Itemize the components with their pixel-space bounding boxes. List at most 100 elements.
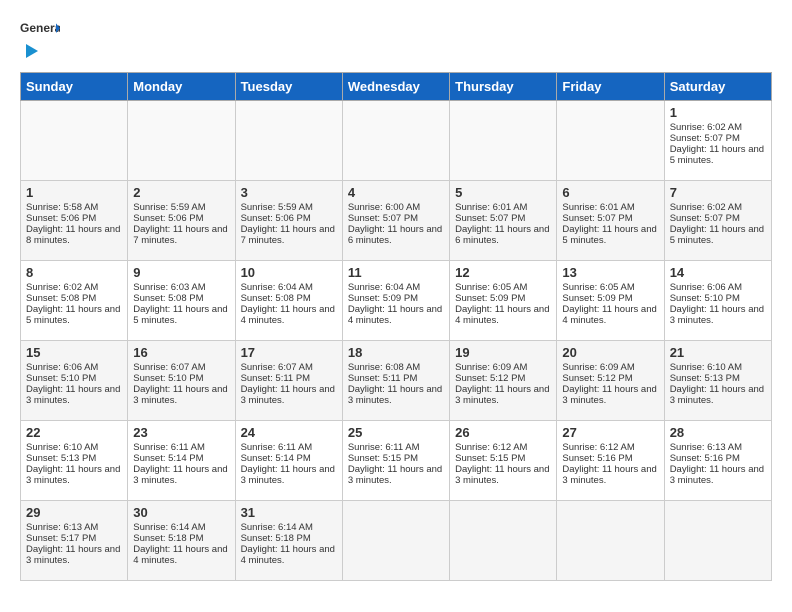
day-number: 17 — [241, 345, 337, 360]
calendar-cell: 28Sunrise: 6:13 AMSunset: 5:16 PMDayligh… — [664, 421, 771, 501]
sunrise-text: Sunrise: 6:07 AM — [133, 362, 229, 373]
calendar-cell — [557, 101, 664, 181]
calendar-cell — [21, 101, 128, 181]
sunset-text: Sunset: 5:07 PM — [455, 213, 551, 224]
col-header-thursday: Thursday — [450, 73, 557, 101]
sunrise-text: Sunrise: 6:02 AM — [670, 122, 766, 133]
daylight-text: Daylight: 11 hours and 4 minutes. — [348, 304, 444, 326]
daylight-text: Daylight: 11 hours and 3 minutes. — [348, 384, 444, 406]
sunset-text: Sunset: 5:18 PM — [133, 533, 229, 544]
day-number: 8 — [26, 265, 122, 280]
daylight-text: Daylight: 11 hours and 3 minutes. — [348, 464, 444, 486]
calendar-cell: 7Sunrise: 6:02 AMSunset: 5:07 PMDaylight… — [664, 181, 771, 261]
calendar-cell: 16Sunrise: 6:07 AMSunset: 5:10 PMDayligh… — [128, 341, 235, 421]
day-number: 9 — [133, 265, 229, 280]
sunset-text: Sunset: 5:11 PM — [241, 373, 337, 384]
calendar-cell — [557, 501, 664, 581]
day-number: 15 — [26, 345, 122, 360]
sunrise-text: Sunrise: 6:04 AM — [348, 282, 444, 293]
sunset-text: Sunset: 5:08 PM — [26, 293, 122, 304]
daylight-text: Daylight: 11 hours and 3 minutes. — [133, 384, 229, 406]
week-row-3: 8Sunrise: 6:02 AMSunset: 5:08 PMDaylight… — [21, 261, 772, 341]
sunset-text: Sunset: 5:14 PM — [241, 453, 337, 464]
calendar-cell: 18Sunrise: 6:08 AMSunset: 5:11 PMDayligh… — [342, 341, 449, 421]
sunrise-text: Sunrise: 6:13 AM — [26, 522, 122, 533]
day-number: 4 — [348, 185, 444, 200]
day-number: 22 — [26, 425, 122, 440]
calendar-cell — [128, 101, 235, 181]
calendar-table: SundayMondayTuesdayWednesdayThursdayFrid… — [20, 72, 772, 581]
sunset-text: Sunset: 5:13 PM — [670, 373, 766, 384]
header-row: SundayMondayTuesdayWednesdayThursdayFrid… — [21, 73, 772, 101]
daylight-text: Daylight: 11 hours and 3 minutes. — [670, 304, 766, 326]
sunrise-text: Sunrise: 6:06 AM — [26, 362, 122, 373]
daylight-text: Daylight: 11 hours and 3 minutes. — [241, 384, 337, 406]
calendar-cell: 24Sunrise: 6:11 AMSunset: 5:14 PMDayligh… — [235, 421, 342, 501]
sunrise-text: Sunrise: 6:02 AM — [670, 202, 766, 213]
week-row-4: 15Sunrise: 6:06 AMSunset: 5:10 PMDayligh… — [21, 341, 772, 421]
day-number: 5 — [455, 185, 551, 200]
sunset-text: Sunset: 5:06 PM — [133, 213, 229, 224]
daylight-text: Daylight: 11 hours and 4 minutes. — [241, 544, 337, 566]
sunset-text: Sunset: 5:07 PM — [562, 213, 658, 224]
calendar-cell: 8Sunrise: 6:02 AMSunset: 5:08 PMDaylight… — [21, 261, 128, 341]
sunrise-text: Sunrise: 6:08 AM — [348, 362, 444, 373]
logo-arrow-icon — [20, 40, 42, 62]
calendar-cell: 11Sunrise: 6:04 AMSunset: 5:09 PMDayligh… — [342, 261, 449, 341]
day-number: 2 — [133, 185, 229, 200]
day-number: 10 — [241, 265, 337, 280]
sunset-text: Sunset: 5:17 PM — [26, 533, 122, 544]
daylight-text: Daylight: 11 hours and 5 minutes. — [670, 144, 766, 166]
daylight-text: Daylight: 11 hours and 3 minutes. — [670, 464, 766, 486]
calendar-cell: 10Sunrise: 6:04 AMSunset: 5:08 PMDayligh… — [235, 261, 342, 341]
daylight-text: Daylight: 11 hours and 7 minutes. — [133, 224, 229, 246]
sunrise-text: Sunrise: 6:12 AM — [562, 442, 658, 453]
daylight-text: Daylight: 11 hours and 3 minutes. — [455, 384, 551, 406]
calendar-cell: 14Sunrise: 6:06 AMSunset: 5:10 PMDayligh… — [664, 261, 771, 341]
day-number: 29 — [26, 505, 122, 520]
sunset-text: Sunset: 5:08 PM — [241, 293, 337, 304]
sunrise-text: Sunrise: 6:01 AM — [455, 202, 551, 213]
sunset-text: Sunset: 5:10 PM — [133, 373, 229, 384]
daylight-text: Daylight: 11 hours and 4 minutes. — [133, 544, 229, 566]
daylight-text: Daylight: 11 hours and 4 minutes. — [241, 304, 337, 326]
calendar-cell: 29Sunrise: 6:13 AMSunset: 5:17 PMDayligh… — [21, 501, 128, 581]
logo-icon: General — [20, 20, 60, 38]
sunset-text: Sunset: 5:11 PM — [348, 373, 444, 384]
col-header-friday: Friday — [557, 73, 664, 101]
calendar-cell: 2Sunrise: 5:59 AMSunset: 5:06 PMDaylight… — [128, 181, 235, 261]
logo: General — [20, 20, 60, 62]
day-number: 13 — [562, 265, 658, 280]
sunrise-text: Sunrise: 6:10 AM — [670, 362, 766, 373]
sunrise-text: Sunrise: 6:00 AM — [348, 202, 444, 213]
calendar-cell: 1Sunrise: 5:58 AMSunset: 5:06 PMDaylight… — [21, 181, 128, 261]
calendar-cell: 9Sunrise: 6:03 AMSunset: 5:08 PMDaylight… — [128, 261, 235, 341]
sunrise-text: Sunrise: 6:11 AM — [241, 442, 337, 453]
daylight-text: Daylight: 11 hours and 4 minutes. — [562, 304, 658, 326]
day-number: 25 — [348, 425, 444, 440]
week-row-5: 22 Sunrise: 6:10 AMSunset: 5:13 PM Dayligh… — [21, 421, 772, 501]
calendar-cell: 17Sunrise: 6:07 AMSunset: 5:11 PMDayligh… — [235, 341, 342, 421]
week-row-1: 1Sunrise: 6:02 AMSunset: 5:07 PMDaylight… — [21, 101, 772, 181]
day-number: 1 — [26, 185, 122, 200]
sunset-text: Sunset: 5:07 PM — [670, 133, 766, 144]
sunrise-text: Sunrise: 6:13 AM — [670, 442, 766, 453]
calendar-cell: 13Sunrise: 6:05 AMSunset: 5:09 PMDayligh… — [557, 261, 664, 341]
calendar-cell — [235, 101, 342, 181]
daylight-text: Daylight: 11 hours and 6 minutes. — [455, 224, 551, 246]
col-header-sunday: Sunday — [21, 73, 128, 101]
sunset-text: Sunset: 5:16 PM — [562, 453, 658, 464]
sunset-text: Sunset: 5:12 PM — [455, 373, 551, 384]
sunrise-text: Sunrise: 6:02 AM — [26, 282, 122, 293]
calendar-cell — [342, 101, 449, 181]
sunrise-text: Sunrise: 6:14 AM — [241, 522, 337, 533]
sunrise-text: Sunrise: 5:58 AM — [26, 202, 122, 213]
day-number: 28 — [670, 425, 766, 440]
sunset-text: Sunset: 5:13 PM — [26, 453, 122, 464]
sunrise-text: Sunrise: 6:10 AM — [26, 442, 122, 453]
daylight-text: Daylight: 11 hours and 3 minutes. — [133, 464, 229, 486]
calendar-cell: 27Sunrise: 6:12 AMSunset: 5:16 PMDayligh… — [557, 421, 664, 501]
calendar-cell: 4Sunrise: 6:00 AMSunset: 5:07 PMDaylight… — [342, 181, 449, 261]
calendar-cell: 19Sunrise: 6:09 AMSunset: 5:12 PMDayligh… — [450, 341, 557, 421]
daylight-text: Daylight: 11 hours and 3 minutes. — [26, 384, 122, 406]
